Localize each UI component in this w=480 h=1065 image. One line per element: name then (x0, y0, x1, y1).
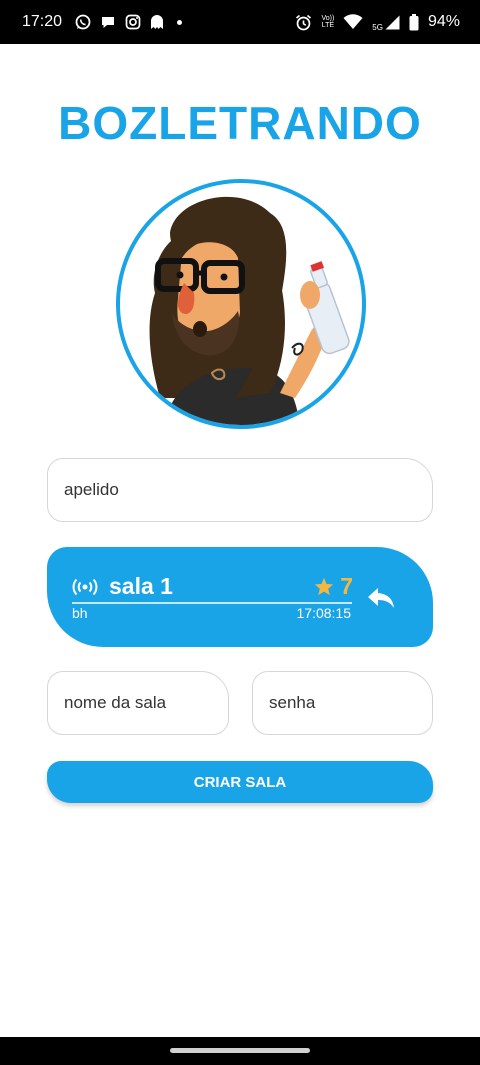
chat-bubble-icon (100, 14, 116, 30)
status-right: Vo)) LTE 5G 94% (295, 13, 460, 32)
room-name-input[interactable]: nome da sala (47, 671, 229, 735)
caricature-avatar-icon (149, 196, 350, 425)
wifi-icon (343, 14, 363, 30)
room-card[interactable]: sala 1 7 bh 17:08:15 (47, 547, 433, 647)
home-gesture-handle[interactable] (170, 1048, 310, 1053)
volte-icon: Vo)) LTE (321, 15, 335, 29)
alarm-icon (295, 14, 312, 31)
star-icon (315, 577, 334, 596)
whatsapp-icon (75, 14, 91, 30)
nickname-input[interactable]: apelido (47, 458, 433, 522)
notification-dot-icon (177, 19, 183, 25)
room-rating-value: 7 (340, 573, 353, 599)
room-divider (72, 602, 352, 604)
avatar (116, 179, 366, 429)
reply-icon[interactable] (367, 587, 395, 614)
signal-icon (385, 15, 400, 30)
app-title: BOZLETRANDO (58, 97, 422, 149)
instagram-icon (125, 14, 141, 30)
room-name: sala 1 (109, 573, 173, 599)
navigation-bar (0, 1037, 480, 1065)
battery-percent: 94% (427, 13, 460, 30)
broadcast-icon (72, 578, 98, 601)
room-password-input[interactable]: senha (252, 671, 433, 735)
ghost-icon (150, 14, 164, 30)
status-left: 17:20 (22, 13, 183, 31)
room-user: bh (72, 605, 88, 621)
room-time: 17:08:15 (296, 605, 352, 621)
create-room-button[interactable]: CRIAR SALA (47, 761, 433, 803)
network-type: 5G (372, 22, 383, 32)
status-bar: 17:20 Vo)) LTE 5G 94% (0, 0, 480, 44)
room-rating: 7 (314, 573, 353, 600)
status-time: 17:20 (22, 13, 63, 30)
battery-icon (409, 13, 419, 31)
